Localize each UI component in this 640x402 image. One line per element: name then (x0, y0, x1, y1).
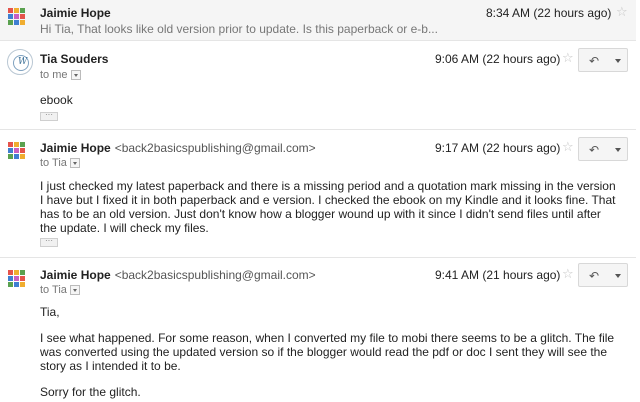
sender-avatar (8, 270, 30, 292)
message-body: ebook (40, 93, 620, 107)
recipient-line: to Tia (40, 157, 80, 169)
star-icon[interactable]: ☆ (562, 266, 574, 282)
message-snippet: Hi Tia, That looks like old version prio… (40, 22, 438, 36)
recipient-text: to me (40, 69, 68, 81)
sender-email: <back2basicspublishing@gmail.com> (114, 268, 316, 282)
recipient-text: to Tia (40, 157, 67, 169)
body-paragraph: Tia, (40, 305, 60, 319)
recipient-text: to Tia (40, 284, 67, 296)
body-paragraph: I see what happened. For some reason, wh… (40, 331, 615, 373)
more-options-button[interactable] (609, 137, 628, 161)
message-body: I just checked my latest paperback and t… (40, 179, 620, 235)
expand-recipients-icon[interactable] (70, 70, 81, 81)
body-paragraph: ebook (40, 93, 73, 107)
message-collapsed[interactable]: Jaimie Hope 8:34 AM (22 hours ago) ☆ Hi … (0, 0, 636, 41)
star-icon[interactable]: ☆ (616, 4, 628, 20)
message-expanded: Jaimie Hope <back2basicspublishing@gmail.… (0, 130, 636, 258)
sender-name: Jaimie Hope <back2basicspublishing@gmail.… (40, 268, 316, 282)
more-options-caret-icon (615, 274, 621, 278)
more-options-caret-icon (615, 59, 621, 63)
expand-recipients-icon[interactable] (69, 285, 80, 296)
reply-button[interactable]: ↶ (578, 137, 610, 161)
sender-email: <back2basicspublishing@gmail.com> (114, 141, 316, 155)
sender-name: Tia Souders (40, 52, 109, 66)
more-options-button[interactable] (609, 48, 628, 72)
message-expanded: Jaimie Hope <back2basicspublishing@gmail.… (0, 258, 636, 402)
expand-recipients-icon[interactable] (69, 158, 80, 169)
show-trimmed-content-icon[interactable]: ··· (40, 111, 58, 121)
sender-avatar: W (7, 49, 33, 75)
reply-button[interactable]: ↶ (578, 48, 610, 72)
show-trimmed-content-icon[interactable]: ··· (40, 237, 58, 247)
recipient-line: to Tia (40, 284, 80, 296)
sender-name-text: Jaimie Hope (40, 268, 111, 282)
message-body: Tia, I see what happened. For some reaso… (40, 305, 620, 399)
message-time: 9:17 AM (22 hours ago) (435, 141, 561, 155)
body-paragraph: I just checked my latest paperback and t… (40, 179, 616, 235)
star-icon[interactable]: ☆ (562, 139, 574, 155)
more-options-caret-icon (615, 148, 621, 152)
reply-icon: ↶ (589, 269, 600, 283)
message-time: 9:06 AM (22 hours ago) (435, 52, 561, 66)
recipient-line: to me (40, 69, 81, 81)
reply-icon: ↶ (589, 54, 600, 68)
sender-name-text: Jaimie Hope (40, 141, 111, 155)
conversation-thread: Jaimie Hope 8:34 AM (22 hours ago) ☆ Hi … (0, 0, 640, 402)
message-time: 9:41 AM (21 hours ago) (435, 268, 561, 282)
sender-name: Jaimie Hope <back2basicspublishing@gmail.… (40, 141, 316, 155)
star-icon[interactable]: ☆ (562, 50, 574, 66)
reply-icon: ↶ (589, 143, 600, 157)
message-time: 8:34 AM (22 hours ago) (486, 6, 612, 20)
sender-name: Jaimie Hope (40, 6, 111, 20)
sender-avatar (8, 8, 30, 30)
more-options-button[interactable] (609, 263, 628, 287)
message-expanded: W Tia Souders to me 9:06 AM (22 hours ag… (0, 41, 636, 130)
sender-avatar (8, 142, 30, 164)
body-paragraph: Sorry for the glitch. (40, 385, 141, 399)
reply-button[interactable]: ↶ (578, 263, 610, 287)
